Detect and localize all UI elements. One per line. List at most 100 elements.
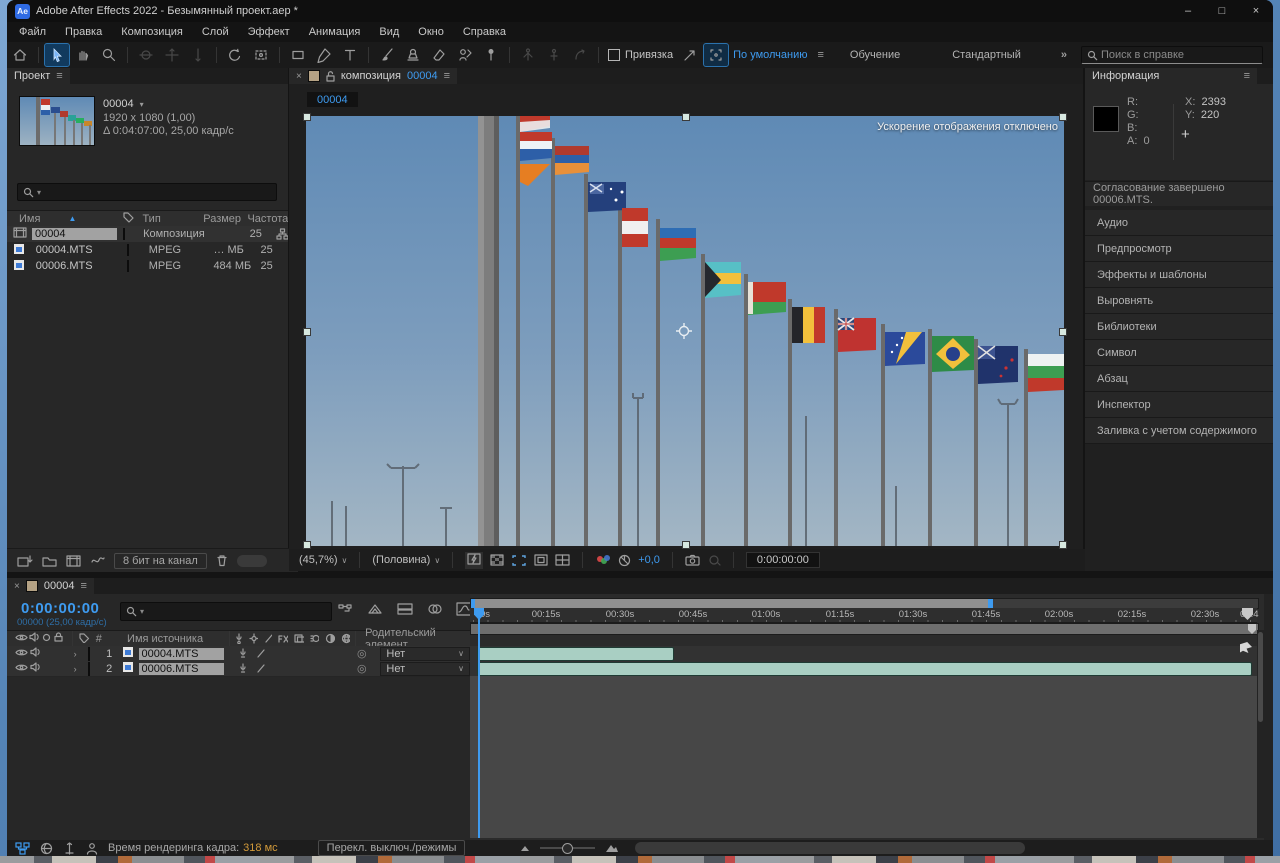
- project-panel-menu-icon[interactable]: ≡: [56, 70, 62, 82]
- shear-icon[interactable]: [678, 44, 702, 66]
- info-panel-menu-icon[interactable]: ≡: [1244, 70, 1250, 82]
- menu-window[interactable]: Окно: [418, 26, 444, 38]
- tab-timeline-comp[interactable]: × 00004 ≡: [7, 578, 94, 594]
- menu-edit[interactable]: Правка: [65, 26, 102, 38]
- layer-color-swatch[interactable]: [88, 647, 90, 661]
- orbit-camera-tool[interactable]: [134, 44, 158, 66]
- row-name[interactable]: 00004.MTS: [33, 244, 121, 256]
- audio-speaker-icon[interactable]: [29, 632, 40, 642]
- clone-stamp-tool[interactable]: [401, 44, 425, 66]
- help-search[interactable]: Поиск в справке: [1081, 46, 1263, 64]
- menu-effect[interactable]: Эффект: [248, 26, 290, 38]
- layer-expander[interactable]: ›: [74, 649, 88, 659]
- panel-tab-paragraph[interactable]: Абзац: [1085, 366, 1273, 392]
- workspace-menu-icon[interactable]: ≡: [818, 49, 824, 61]
- tab-project[interactable]: Проект ≡: [7, 68, 70, 84]
- label-color-swatch[interactable]: [127, 260, 129, 272]
- lock-icon[interactable]: [54, 632, 63, 642]
- menu-composition[interactable]: Композиция: [121, 26, 183, 38]
- current-time-display[interactable]: 0:00:00:00: [21, 600, 99, 617]
- column-type[interactable]: Тип: [142, 213, 203, 225]
- show-snapshot-icon[interactable]: [707, 554, 721, 566]
- collect-files-icon[interactable]: [17, 554, 33, 567]
- exposure-value[interactable]: +0,0: [638, 554, 660, 566]
- zoom-out-mountain-icon[interactable]: [520, 844, 530, 852]
- layer-bar-00004[interactable]: [477, 647, 674, 661]
- magnification-select[interactable]: (45,7%) ∨: [299, 554, 347, 566]
- row-name[interactable]: 00004: [32, 228, 117, 240]
- layer-row[interactable]: › 2 00006.MTS ◎ Нет ∨: [7, 661, 470, 677]
- close-button[interactable]: ×: [1239, 5, 1273, 17]
- label-color-swatch[interactable]: [123, 228, 125, 240]
- column-rate[interactable]: Частота …: [247, 213, 288, 225]
- toggle-switches-modes-button[interactable]: Перекл. выключ./режимы: [318, 840, 466, 856]
- render-globe-icon[interactable]: [40, 842, 53, 855]
- preview-time-display[interactable]: 0:00:00:00: [746, 552, 820, 568]
- home-tool[interactable]: [8, 44, 32, 66]
- workspace-overflow-chevrons[interactable]: »: [1061, 49, 1067, 61]
- fast-previews-icon[interactable]: [465, 552, 483, 569]
- timeline-panel-menu-icon[interactable]: ≡: [80, 580, 86, 592]
- horizontal-scrollbar[interactable]: [635, 842, 1025, 854]
- minimize-button[interactable]: –: [1171, 5, 1205, 17]
- menu-view[interactable]: Вид: [379, 26, 399, 38]
- workspace-default[interactable]: По умолчанию: [733, 49, 807, 61]
- zoom-in-mountain-icon[interactable]: [605, 843, 619, 853]
- menu-animation[interactable]: Анимация: [309, 26, 361, 38]
- interpret-footage-icon[interactable]: [90, 554, 105, 567]
- audio-speaker-icon[interactable]: [30, 662, 41, 672]
- brush-tool[interactable]: [375, 44, 399, 66]
- timeline-zoom-slider[interactable]: [540, 847, 595, 849]
- parent-select[interactable]: Нет ∨: [380, 647, 470, 661]
- menu-help[interactable]: Справка: [463, 26, 506, 38]
- view-layout-icon[interactable]: [555, 554, 570, 566]
- solo-icon[interactable]: [42, 633, 51, 642]
- layer-color-swatch[interactable]: [88, 662, 90, 676]
- text-tool[interactable]: [338, 44, 362, 66]
- user-icon[interactable]: [86, 842, 98, 855]
- new-folder-icon[interactable]: [42, 555, 57, 567]
- label-color-swatch[interactable]: [127, 244, 129, 256]
- pan-camera-tool[interactable]: [160, 44, 184, 66]
- column-name[interactable]: Имя ▲: [7, 213, 122, 225]
- puppet-pin-tool[interactable]: [479, 44, 503, 66]
- hand-tool[interactable]: [71, 44, 95, 66]
- close-tab-icon[interactable]: ×: [14, 581, 20, 592]
- puppet-overlap-tool[interactable]: [516, 44, 540, 66]
- panel-tab-inspector[interactable]: Инспектор: [1085, 392, 1273, 418]
- mini-flowchart-status-icon[interactable]: [15, 842, 30, 855]
- trash-icon[interactable]: [216, 554, 228, 567]
- tab-info[interactable]: Информация ≡: [1085, 68, 1257, 84]
- table-row[interactable]: 00004 Композиция 25: [7, 226, 288, 242]
- dolly-camera-tool[interactable]: [186, 44, 210, 66]
- parent-pickwhip-icon[interactable]: ◎: [357, 647, 380, 660]
- close-tab-icon[interactable]: ×: [296, 71, 302, 82]
- item-dropdown-icon[interactable]: ▾: [140, 100, 144, 109]
- parent-pickwhip-icon[interactable]: ◎: [357, 662, 380, 675]
- puppet-starch-tool[interactable]: [542, 44, 566, 66]
- timeline-search-input[interactable]: ▾: [120, 602, 332, 621]
- project-item-thumbnail[interactable]: [19, 96, 95, 146]
- panel-tab-effects-presets[interactable]: Эффекты и шаблоны: [1085, 262, 1273, 288]
- project-item-name[interactable]: 00004: [103, 98, 134, 110]
- draft-3d-icon[interactable]: [367, 602, 383, 616]
- panel-tab-content-aware-fill[interactable]: Заливка с учетом содержимого: [1085, 418, 1273, 444]
- table-row[interactable]: 00006.MTS MPEG 484 МБ 25: [7, 258, 288, 274]
- composition-viewport[interactable]: Ускорение отображения отключено: [306, 116, 1064, 546]
- layer-row[interactable]: › 1 00004.MTS ◎ Нет ∨: [7, 646, 470, 662]
- snapshot-camera-icon[interactable]: [685, 554, 700, 566]
- video-eye-icon[interactable]: [15, 663, 28, 672]
- comp-mini-flowchart-icon[interactable]: [337, 602, 353, 616]
- mask-visibility-icon[interactable]: [534, 554, 548, 566]
- panel-tab-align[interactable]: Выровнять: [1085, 288, 1273, 314]
- layer-expander[interactable]: ›: [74, 664, 88, 674]
- audio-speaker-icon[interactable]: [30, 647, 41, 657]
- snap-target-icon[interactable]: [704, 44, 728, 66]
- panel-tab-character[interactable]: Символ: [1085, 340, 1273, 366]
- video-eye-icon[interactable]: [15, 633, 28, 642]
- resolution-select[interactable]: (Половина) ∨: [372, 554, 440, 566]
- pen-tool[interactable]: [312, 44, 336, 66]
- panel-tab-audio[interactable]: Аудио: [1085, 210, 1273, 236]
- workspace-standard[interactable]: Стандартный: [952, 49, 1021, 61]
- playhead-line[interactable]: [478, 608, 480, 838]
